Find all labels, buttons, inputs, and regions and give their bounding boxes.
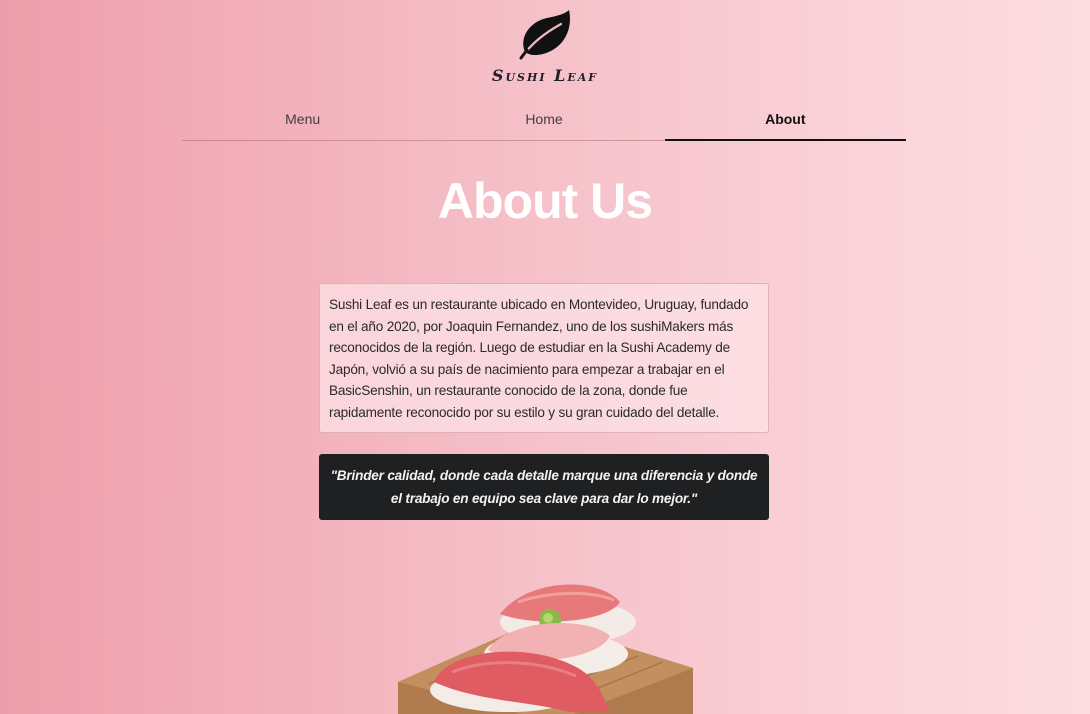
- nav-item-menu[interactable]: Menu: [182, 104, 423, 140]
- mission-quote: "Brinder calidad, donde cada detalle mar…: [319, 454, 769, 520]
- leaf-icon: [519, 10, 570, 60]
- sushi-illustration: [398, 584, 693, 714]
- main-nav: Menu Home About: [182, 104, 906, 141]
- about-description: Sushi Leaf es un restaurante ubicado en …: [319, 283, 769, 433]
- site-logo[interactable]: Sushi Leaf: [0, 8, 1090, 85]
- page-title: About Us: [437, 173, 653, 229]
- nav-item-home[interactable]: Home: [423, 104, 664, 140]
- brand-name: Sushi Leaf: [491, 66, 599, 85]
- nav-item-about[interactable]: About: [664, 104, 906, 141]
